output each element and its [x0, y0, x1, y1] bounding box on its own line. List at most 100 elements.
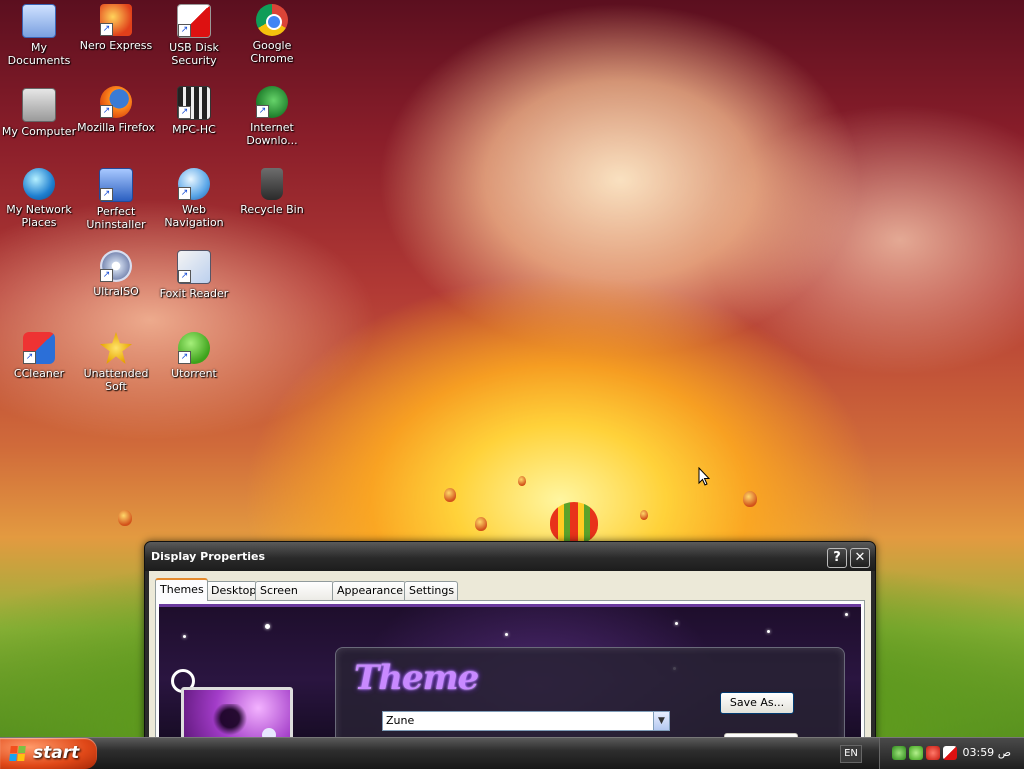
shortcut-arrow-icon: ↗: [178, 187, 191, 200]
icon-label: Recycle Bin: [240, 203, 304, 216]
theme-preview-area: Theme Zune ▼ Save As... Delete: [159, 604, 861, 751]
icon-label: My Network Places: [6, 203, 72, 229]
disc-icon: ↗: [100, 250, 132, 282]
mouse-cursor-icon: [698, 467, 710, 486]
desktop-icon-nero-express[interactable]: ↗ Nero Express: [77, 4, 155, 52]
window-title: Display Properties: [151, 550, 266, 563]
desktop-icon-web-navigation[interactable]: ↗ Web Navigation: [155, 168, 233, 229]
shortcut-arrow-icon: ↗: [100, 188, 113, 201]
icon-label: My Computer: [1, 125, 77, 138]
icon-label: My Documents: [7, 41, 71, 67]
start-label: start: [33, 743, 80, 763]
tab-desktop[interactable]: Desktop: [206, 581, 257, 600]
desktop-icon-mpc-hc[interactable]: ↗ MPC-HC: [155, 86, 233, 136]
desktop-icon-recycle-bin[interactable]: Recycle Bin: [233, 168, 311, 216]
shortcut-arrow-icon: ↗: [23, 351, 36, 364]
star-icon: [100, 332, 132, 364]
taskbar: start EN 03:59 ص: [0, 737, 1024, 769]
tab-themes[interactable]: Themes: [155, 578, 208, 601]
theme-dropdown[interactable]: Zune ▼: [382, 711, 670, 731]
icon-label: Unattended Soft: [83, 367, 149, 393]
computer-icon: [22, 88, 56, 122]
utorrent-tray-icon[interactable]: [909, 746, 923, 760]
shortcut-arrow-icon: ↗: [178, 106, 191, 119]
download-manager-icon: ↗: [256, 86, 288, 118]
icon-label: MPC-HC: [172, 123, 216, 136]
hot-air-balloon: [550, 502, 598, 544]
antivirus-tray-icon[interactable]: [926, 746, 940, 760]
desktop-icon-unattended-soft[interactable]: Unattended Soft: [77, 332, 155, 393]
shortcut-arrow-icon: ↗: [100, 105, 113, 118]
icon-label: Google Chrome: [250, 39, 294, 65]
tab-settings[interactable]: Settings: [404, 581, 458, 600]
window-body: Themes Desktop Screen Saver Appearance S…: [149, 571, 871, 752]
recycle-bin-icon: [261, 168, 283, 200]
window-titlebar[interactable]: Display Properties ? ✕: [145, 542, 875, 571]
firefox-icon: ↗: [100, 86, 132, 118]
theme-dropdown-value: Zune: [386, 714, 415, 727]
desktop-icon-my-computer[interactable]: My Computer: [0, 88, 78, 138]
uninstaller-icon: ↗: [99, 168, 133, 202]
media-player-icon: ↗: [177, 86, 211, 120]
desktop-icon-internet-download-manager[interactable]: ↗ Internet Downlo...: [233, 86, 311, 147]
shortcut-arrow-icon: ↗: [178, 270, 191, 283]
pdf-reader-icon: ↗: [177, 250, 211, 284]
shield-icon: ↗: [177, 4, 211, 38]
themes-panel: Theme Zune ▼ Save As... Delete: [155, 600, 865, 752]
icon-label: Internet Downlo...: [246, 121, 298, 147]
desktop-icon-ultraiso[interactable]: ↗ UltraISO: [77, 250, 155, 298]
shortcut-arrow-icon: ↗: [100, 23, 113, 36]
icon-label: Foxit Reader: [159, 287, 229, 300]
icon-label: Utorrent: [171, 367, 217, 380]
desktop-icon-usb-disk-security[interactable]: ↗ USB Disk Security: [155, 4, 233, 67]
hot-air-balloon: [475, 517, 487, 531]
desktop-icon-utorrent[interactable]: ↗ Utorrent: [155, 332, 233, 380]
desktop-icon-foxit-reader[interactable]: ↗ Foxit Reader: [155, 250, 233, 300]
utorrent-icon: ↗: [178, 332, 210, 364]
desktop-icon-mozilla-firefox[interactable]: ↗ Mozilla Firefox: [77, 86, 155, 134]
start-button[interactable]: start: [0, 738, 97, 769]
globe-icon: ↗: [178, 168, 210, 200]
ccleaner-icon: ↗: [23, 332, 55, 364]
icon-label: Nero Express: [79, 39, 153, 52]
chevron-down-icon[interactable]: ▼: [653, 712, 669, 730]
icon-label: USB Disk Security: [169, 41, 219, 67]
icon-label: UltraISO: [93, 285, 139, 298]
close-icon: ✕: [854, 550, 866, 565]
nero-icon: ↗: [100, 4, 132, 36]
hot-air-balloon: [640, 510, 648, 520]
shortcut-arrow-icon: ↗: [178, 351, 191, 364]
chrome-icon: [256, 4, 288, 36]
shield-tray-icon[interactable]: [943, 746, 957, 760]
clock[interactable]: 03:59 ص: [962, 746, 1011, 759]
system-tray: 03:59 ص: [879, 738, 1024, 769]
tab-appearance[interactable]: Appearance: [332, 581, 406, 600]
theme-heading: Theme: [354, 658, 479, 698]
network-globe-icon: [23, 168, 55, 200]
network-tray-icon[interactable]: [892, 746, 906, 760]
hot-air-balloon: [444, 488, 456, 502]
hot-air-balloon: [743, 491, 757, 507]
tab-screen-saver[interactable]: Screen Saver: [255, 581, 334, 615]
help-button[interactable]: ?: [827, 548, 847, 568]
desktop-icon-ccleaner[interactable]: ↗ CCleaner: [0, 332, 78, 380]
shortcut-arrow-icon: ↗: [178, 24, 191, 37]
close-button[interactable]: ✕: [850, 548, 870, 568]
display-properties-window: Display Properties ? ✕ Themes Desktop Sc…: [144, 541, 876, 753]
save-as-button[interactable]: Save As...: [720, 692, 794, 714]
icon-label: CCleaner: [13, 367, 65, 380]
desktop-icon-my-network-places[interactable]: My Network Places: [0, 168, 78, 229]
folder-icon: [22, 4, 56, 38]
theme-selector-box: Theme Zune ▼ Save As... Delete: [335, 647, 845, 751]
help-icon: ?: [833, 550, 841, 565]
desktop-icon-perfect-uninstaller[interactable]: ↗ Perfect Uninstaller: [77, 168, 155, 231]
hot-air-balloon: [118, 510, 132, 526]
icon-label: Web Navigation: [164, 203, 224, 229]
icon-label: Mozilla Firefox: [77, 121, 155, 134]
shortcut-arrow-icon: ↗: [100, 269, 113, 282]
windows-logo-icon: [9, 746, 27, 761]
language-indicator[interactable]: EN: [840, 745, 862, 763]
desktop-icon-google-chrome[interactable]: Google Chrome: [233, 4, 311, 65]
shortcut-arrow-icon: ↗: [256, 105, 269, 118]
desktop-icon-my-documents[interactable]: My Documents: [0, 4, 78, 67]
